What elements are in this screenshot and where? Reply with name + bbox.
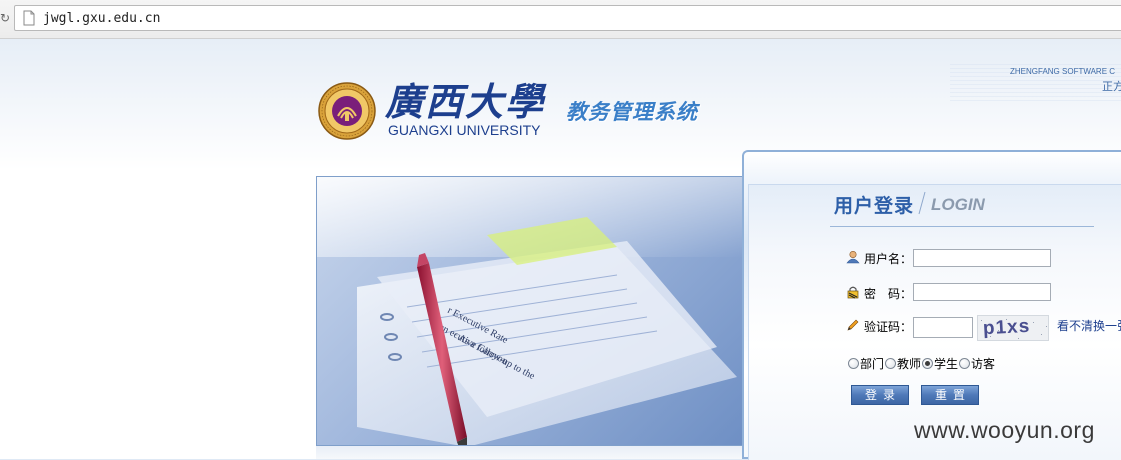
brand-company-cn: 正方	[1102, 80, 1121, 93]
pencil-icon	[847, 319, 859, 331]
role-radio-teacher[interactable]	[885, 358, 897, 369]
browser-toolbar: ↻ jwgl.gxu.edu.cn	[0, 0, 1121, 39]
role-label-visitor: 访客	[971, 357, 996, 371]
role-radio-dept[interactable]	[848, 358, 859, 369]
title-divider	[918, 191, 926, 215]
role-label-dept: 部门	[860, 357, 885, 371]
reset-button[interactable]: 重置	[921, 385, 979, 405]
reload-icon[interactable]: ↻	[0, 11, 10, 25]
user-icon	[846, 250, 860, 264]
captcha-label: 验证码：	[864, 320, 913, 334]
role-selector: 部门 教师 学生 访客	[848, 355, 996, 372]
hero-footer-strip	[316, 446, 746, 459]
password-input[interactable]	[913, 283, 1051, 301]
hero-image: r Executive Rate Inn ecutive Carryon · A…	[316, 176, 746, 446]
role-label-teacher: 教师	[897, 357, 922, 371]
university-emblem-icon	[318, 82, 376, 140]
username-label: 用户名：	[864, 252, 913, 266]
university-name-cn: 廣西大學	[385, 79, 546, 124]
url-text: jwgl.gxu.edu.cn	[43, 11, 161, 26]
brand-company-en: ZHENGFANG SOFTWARE C	[1010, 67, 1116, 76]
address-bar[interactable]: jwgl.gxu.edu.cn	[14, 5, 1121, 31]
password-label: 密 码：	[864, 287, 913, 301]
hero-illustration: r Executive Rate Inn ecutive Carryon · A…	[317, 177, 745, 445]
role-label-student: 学生	[934, 357, 959, 371]
login-title: 用户登录	[834, 195, 915, 217]
captcha-image[interactable]: p1xs	[977, 315, 1049, 341]
role-radio-visitor[interactable]	[959, 358, 971, 369]
role-radio-student[interactable]	[922, 358, 934, 369]
page-icon	[23, 10, 35, 26]
username-input[interactable]	[913, 249, 1051, 267]
login-title-en: LOGIN	[931, 195, 985, 214]
captcha-refresh-link[interactable]: 看不清换一张	[1057, 317, 1121, 334]
captcha-input[interactable]	[913, 317, 973, 338]
university-name-en: GUANGXI UNIVERSITY	[388, 122, 541, 138]
captcha-text: p1xs	[982, 315, 1031, 340]
watermark: www.wooyun.org	[914, 417, 1095, 443]
login-button[interactable]: 登录	[851, 385, 909, 405]
system-title: 教务管理系统	[566, 100, 698, 124]
login-title-underline	[830, 226, 1094, 227]
lock-icon	[847, 286, 859, 299]
